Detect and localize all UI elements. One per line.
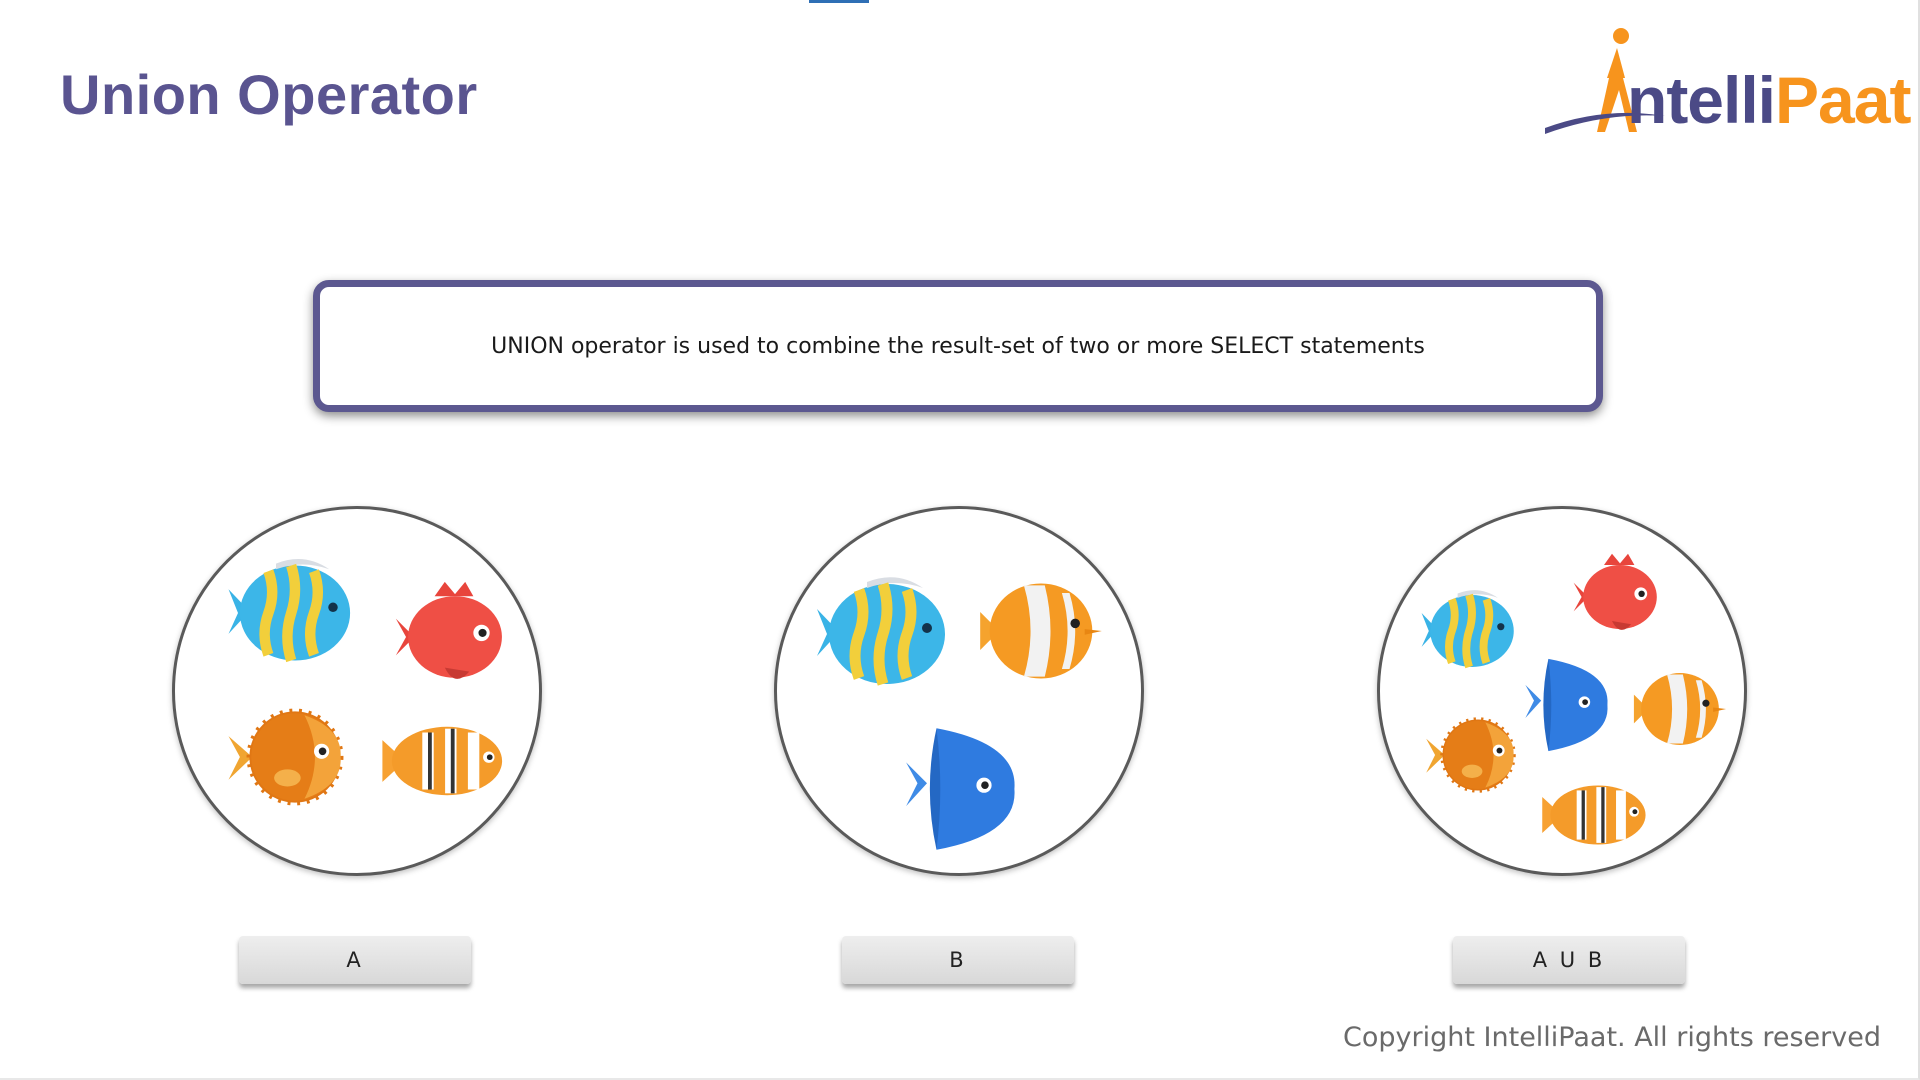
blue-fish-icon xyxy=(906,728,1015,850)
red-fish-icon xyxy=(395,581,502,679)
set-b-label: B xyxy=(842,936,1074,984)
logo-wordmark: ntelliPaat xyxy=(1627,62,1911,138)
pufferfish-icon xyxy=(229,711,341,802)
blue-fish-icon xyxy=(1525,658,1608,752)
intellipaat-logo: ntelliPaat xyxy=(1545,20,1911,155)
set-a-union-b-label: A U B xyxy=(1453,936,1685,984)
pufferfish-icon xyxy=(1426,719,1513,790)
top-accent-bar xyxy=(809,0,869,3)
orange-fish-icon xyxy=(980,583,1102,679)
orange-fish-icon xyxy=(1633,673,1727,745)
blue-striped-fish-icon xyxy=(229,559,351,660)
slide: Union Operator ntelliPaat UNION operator… xyxy=(0,0,1920,1080)
copyright-text: Copyright IntelliPaat. All rights reserv… xyxy=(1343,1022,1881,1053)
set-b-circle xyxy=(774,506,1144,876)
red-fish-icon xyxy=(1573,553,1657,630)
set-a-union-b-circle xyxy=(1377,506,1747,876)
slide-title: Union Operator xyxy=(60,63,478,126)
clownfish-icon xyxy=(1542,785,1646,845)
set-a-circle xyxy=(172,506,542,876)
blue-striped-fish-icon xyxy=(1422,590,1514,667)
logo-text-accent: Paat xyxy=(1775,63,1911,137)
logo-text-main: ntelli xyxy=(1627,63,1776,137)
blue-striped-fish-icon xyxy=(817,577,945,684)
definition-box: UNION operator is used to combine the re… xyxy=(313,280,1603,412)
clownfish-icon xyxy=(382,726,503,796)
definition-text: UNION operator is used to combine the re… xyxy=(491,333,1425,359)
set-a-label: A xyxy=(239,936,471,984)
